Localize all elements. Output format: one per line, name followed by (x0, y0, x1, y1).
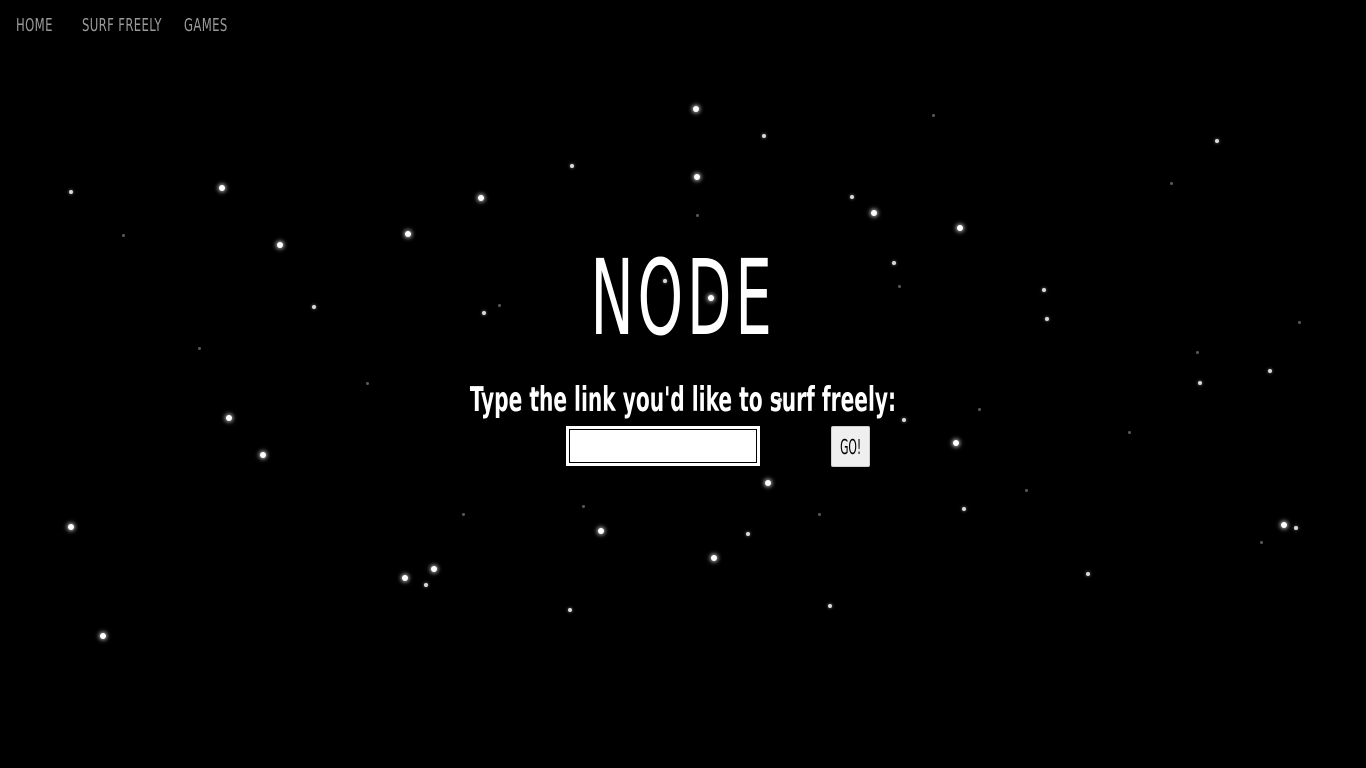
star (478, 195, 484, 201)
star (226, 415, 232, 421)
star (817, 512, 821, 516)
star (568, 608, 572, 612)
star (962, 507, 966, 511)
nav-link-surf-freely[interactable]: SURF FREELY (82, 12, 161, 40)
star (1259, 540, 1263, 544)
star (219, 185, 225, 191)
go-button-label: GO! (839, 434, 862, 459)
star (121, 233, 125, 237)
star (1024, 488, 1028, 492)
star (1294, 526, 1298, 530)
star (402, 575, 408, 581)
star (581, 504, 585, 508)
top-nav: HOME SURF FREELY GAMES (16, 12, 244, 40)
star (100, 633, 106, 639)
star (260, 452, 266, 458)
star (746, 532, 750, 536)
star (957, 225, 963, 231)
star (598, 528, 604, 534)
nav-link-home[interactable]: HOME (16, 12, 64, 40)
star (693, 106, 699, 112)
star (1169, 181, 1173, 185)
star (828, 604, 832, 608)
url-prompt-label: Type the link you'd like to surf freely: (469, 380, 897, 420)
star (1281, 522, 1287, 528)
star (1195, 350, 1199, 354)
star (431, 566, 437, 572)
star (931, 113, 935, 117)
page-title: NODE (590, 237, 776, 359)
star (69, 190, 73, 194)
star (1215, 139, 1219, 143)
star (461, 512, 465, 516)
star (1127, 430, 1131, 434)
star (1198, 381, 1202, 385)
star (1297, 320, 1301, 324)
star (424, 583, 428, 587)
url-input[interactable] (566, 426, 760, 466)
star (405, 231, 411, 237)
star (197, 346, 201, 350)
star (68, 524, 74, 530)
star (711, 555, 717, 561)
star (695, 213, 699, 217)
star (570, 164, 574, 168)
star (871, 210, 877, 216)
star (953, 440, 959, 446)
star (762, 134, 766, 138)
star (1086, 572, 1090, 576)
go-button[interactable]: GO! (831, 426, 870, 467)
star (694, 174, 700, 180)
star (850, 195, 854, 199)
nav-link-games[interactable]: GAMES (184, 12, 227, 40)
star (765, 480, 771, 486)
star (1268, 369, 1272, 373)
